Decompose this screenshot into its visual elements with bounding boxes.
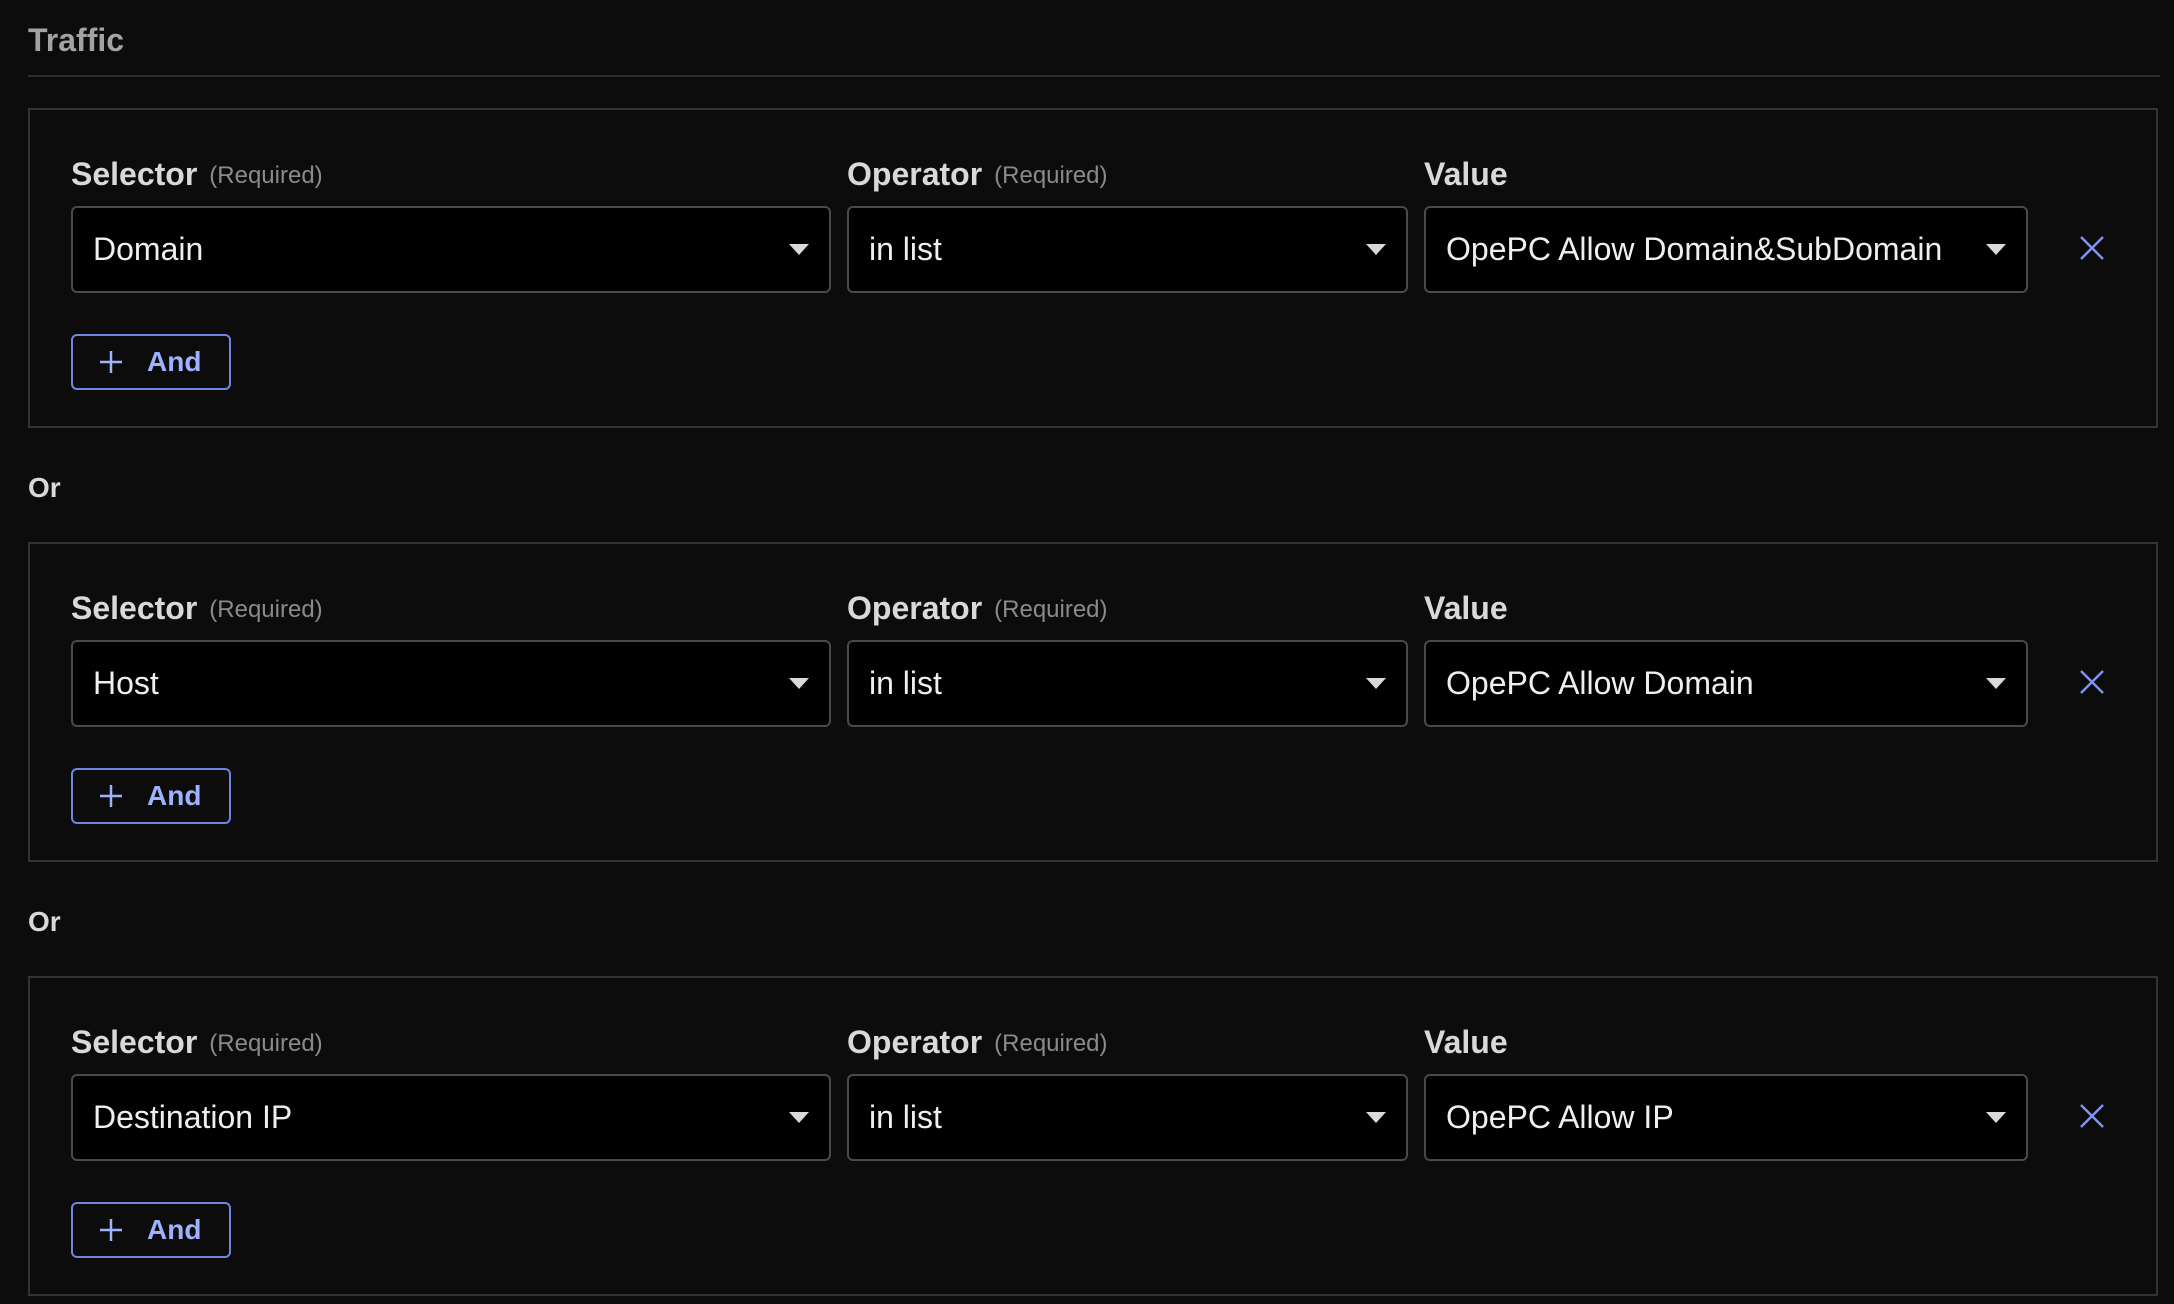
value-label-text: Value xyxy=(1424,590,1508,626)
traffic-page: Traffic Selector (Required) Operator (Requ… xyxy=(0,0,2174,1304)
value-dropdown[interactable]: OpePC Allow IP xyxy=(1424,1074,2028,1161)
required-hint: (Required) xyxy=(209,596,323,623)
value-selected-value: OpePC Allow IP xyxy=(1446,1099,1674,1135)
close-icon xyxy=(2080,236,2104,260)
plus-icon xyxy=(100,1219,122,1241)
selector-dropdown[interactable]: Destination IP xyxy=(71,1074,831,1161)
required-hint: (Required) xyxy=(209,162,323,189)
selector-selected-value: Host xyxy=(93,665,159,701)
caret-down-icon xyxy=(1366,244,1386,255)
value-label: Value xyxy=(1424,156,1508,193)
value-selected-value: OpePC Allow Domain&SubDomain xyxy=(1446,231,1943,267)
value-dropdown[interactable]: OpePC Allow Domain&SubDomain xyxy=(1424,206,2028,293)
value-label-text: Value xyxy=(1424,1024,1508,1060)
operator-dropdown[interactable]: in list xyxy=(847,206,1408,293)
operator-label: Operator (Required) xyxy=(847,1024,1108,1061)
caret-down-icon xyxy=(1986,678,2006,689)
value-dropdown[interactable]: OpePC Allow Domain xyxy=(1424,640,2028,727)
operator-selected-value: in list xyxy=(869,1099,942,1135)
selector-selected-value: Domain xyxy=(93,231,204,267)
value-label: Value xyxy=(1424,590,1508,627)
operator-dropdown[interactable]: in list xyxy=(847,640,1408,727)
selector-label: Selector (Required) xyxy=(71,1024,323,1061)
add-and-condition-button[interactable]: And xyxy=(71,334,231,390)
operator-selected-value: in list xyxy=(869,665,942,701)
remove-rule-button[interactable] xyxy=(2072,228,2112,268)
rule-group-2: Selector (Required) Operator (Required) Va… xyxy=(28,542,2158,862)
selector-label-text: Selector xyxy=(71,590,198,626)
section-title: Traffic xyxy=(28,22,125,58)
operator-label: Operator (Required) xyxy=(847,156,1108,193)
value-label-text: Value xyxy=(1424,156,1508,192)
caret-down-icon xyxy=(1366,1112,1386,1123)
section-divider xyxy=(28,75,2160,77)
required-hint: (Required) xyxy=(209,1030,323,1057)
required-hint: (Required) xyxy=(994,162,1108,189)
caret-down-icon xyxy=(1986,244,2006,255)
operator-label-text: Operator xyxy=(847,1024,983,1060)
required-hint: (Required) xyxy=(994,1030,1108,1057)
caret-down-icon xyxy=(1986,1112,2006,1123)
operator-selected-value: in list xyxy=(869,231,942,267)
close-icon xyxy=(2080,1104,2104,1128)
value-label: Value xyxy=(1424,1024,1508,1061)
and-button-label: And xyxy=(147,346,202,377)
operator-label: Operator (Required) xyxy=(847,590,1108,627)
rule-group-1: Selector (Required) Operator (Required) Va… xyxy=(28,108,2158,428)
close-icon xyxy=(2080,670,2104,694)
required-hint: (Required) xyxy=(994,596,1108,623)
value-selected-value: OpePC Allow Domain xyxy=(1446,665,1754,701)
selector-selected-value: Destination IP xyxy=(93,1099,293,1135)
remove-rule-button[interactable] xyxy=(2072,662,2112,702)
selector-label: Selector (Required) xyxy=(71,590,323,627)
rule-group-3: Selector (Required) Operator (Required) Va… xyxy=(28,976,2158,1296)
caret-down-icon xyxy=(1366,678,1386,689)
operator-label-text: Operator xyxy=(847,590,983,626)
selector-label: Selector (Required) xyxy=(71,156,323,193)
add-and-condition-button[interactable]: And xyxy=(71,768,231,824)
plus-icon xyxy=(100,785,122,807)
plus-icon xyxy=(100,351,122,373)
operator-label-text: Operator xyxy=(847,156,983,192)
selector-dropdown[interactable]: Host xyxy=(71,640,831,727)
operator-dropdown[interactable]: in list xyxy=(847,1074,1408,1161)
add-and-condition-button[interactable]: And xyxy=(71,1202,231,1258)
selector-label-text: Selector xyxy=(71,1024,198,1060)
or-separator: Or xyxy=(28,906,61,937)
or-separator: Or xyxy=(28,472,61,503)
and-button-label: And xyxy=(147,780,202,811)
caret-down-icon xyxy=(789,1112,809,1123)
selector-dropdown[interactable]: Domain xyxy=(71,206,831,293)
and-button-label: And xyxy=(147,1214,202,1245)
remove-rule-button[interactable] xyxy=(2072,1096,2112,1136)
caret-down-icon xyxy=(789,678,809,689)
selector-label-text: Selector xyxy=(71,156,198,192)
caret-down-icon xyxy=(789,244,809,255)
